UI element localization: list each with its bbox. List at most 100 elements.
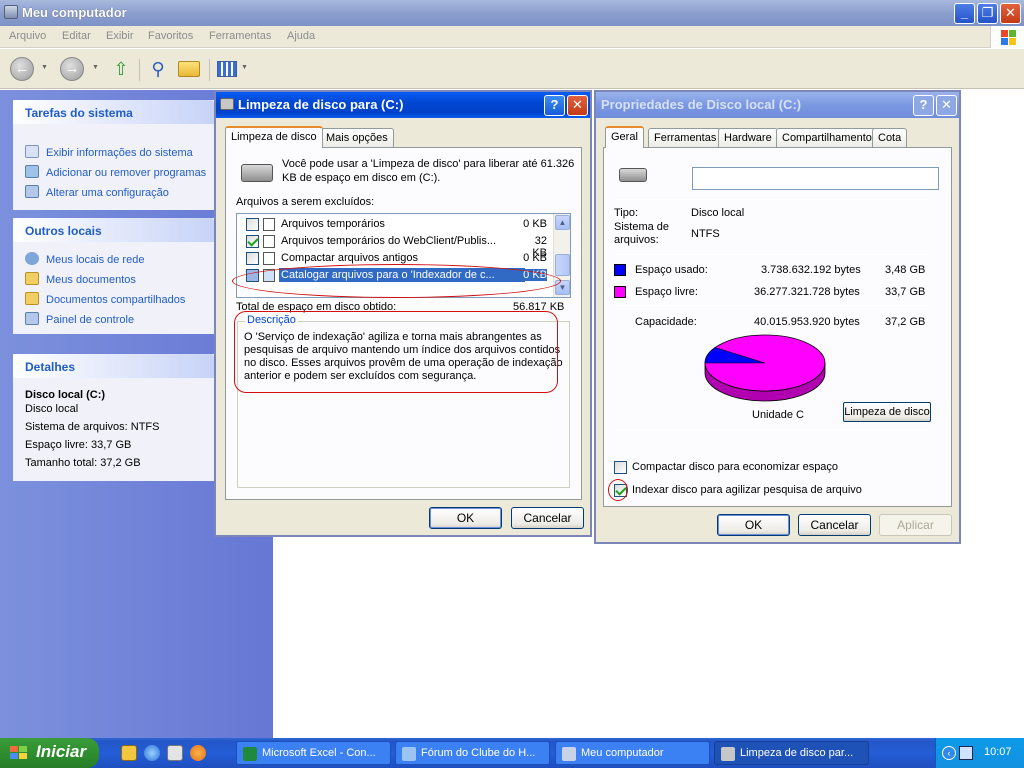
menu-editar[interactable]: Editar	[62, 30, 91, 42]
details-free: Espaço livre: 33,7 GB	[25, 439, 132, 451]
details-title[interactable]: Detalhes	[13, 354, 214, 378]
properties-title-bar[interactable]: Propriedades de Disco local (C:) ? ✕	[596, 92, 959, 118]
tab-ferramentas[interactable]: Ferramentas	[648, 128, 723, 148]
compress-drive-label[interactable]: Compactar disco para economizar espaço	[632, 461, 838, 473]
up-folder-icon[interactable]: ⇧	[109, 57, 133, 81]
back-icon[interactable]: ←	[10, 57, 34, 81]
main-title-bar[interactable]: Meu computador _ ❐ ✕	[0, 0, 1024, 26]
views-dropdown-icon[interactable]: ▼	[241, 64, 248, 71]
system-tray: ‹ 10:07	[935, 738, 1024, 768]
temp-files-checkbox[interactable]	[246, 218, 259, 231]
task-disk-cleanup[interactable]: Limpeza de disco par...	[714, 741, 869, 765]
file-icon	[263, 235, 275, 248]
my-documents-link[interactable]: Meus documentos	[25, 272, 136, 286]
maximize-button[interactable]: ❐	[977, 3, 998, 24]
media-player-icon[interactable]	[190, 745, 206, 761]
help-button[interactable]: ?	[913, 95, 934, 116]
network-places-link[interactable]: Meus locais de rede	[25, 252, 144, 266]
start-label: Iniciar	[36, 742, 87, 761]
scroll-up-icon[interactable]: ▲	[555, 215, 570, 230]
tab-disk-cleanup[interactable]: Limpeza de disco	[225, 126, 323, 148]
disk-cleanup-button[interactable]: Limpeza de disco	[843, 402, 931, 422]
view-system-info-link[interactable]: Exibir informações do sistema	[25, 145, 193, 159]
hard-drive-icon	[619, 168, 647, 182]
clock[interactable]: 10:07	[984, 746, 1012, 758]
used-space-swatch	[614, 264, 626, 276]
tab-cota[interactable]: Cota	[872, 128, 908, 148]
list-item[interactable]: Arquivos temporários 0 KB	[237, 216, 547, 233]
annotation-ellipse	[232, 264, 561, 298]
change-setting-link[interactable]: Alterar uma configuração	[25, 185, 169, 199]
forward-icon[interactable]: →	[60, 57, 84, 81]
views-icon[interactable]	[217, 61, 237, 77]
tab-compartilhamento[interactable]: Compartilhamento	[776, 128, 878, 148]
forward-dropdown-icon[interactable]: ▼	[92, 64, 99, 71]
dialog-close-button[interactable]: ✕	[936, 95, 957, 116]
internet-explorer-icon[interactable]	[144, 745, 160, 761]
list-item[interactable]: Arquivos temporários do WebClient/Publis…	[237, 233, 547, 259]
properties-cancel-button[interactable]: Cancelar	[798, 514, 871, 536]
scroll-thumb[interactable]	[555, 254, 570, 276]
menu-favoritos[interactable]: Favoritos	[148, 30, 193, 42]
disk-cleanup-title-bar[interactable]: Limpeza de disco para (C:) ? ✕	[216, 92, 590, 118]
dialog-close-button[interactable]: ✕	[567, 95, 588, 116]
task-forum[interactable]: Fórum do Clube do H...	[395, 741, 550, 765]
compress-old-files-checkbox[interactable]	[246, 252, 259, 265]
system-info-icon	[25, 145, 39, 158]
change-setting-label: Alterar uma configuração	[46, 187, 169, 199]
back-dropdown-icon[interactable]: ▼	[41, 64, 48, 71]
capacity-bytes: 40.015.953.920 bytes	[754, 316, 860, 328]
capacity-label: Capacidade:	[635, 316, 697, 328]
disk-properties-dialog: Propriedades de Disco local (C:) ? ✕ Ger…	[594, 90, 961, 544]
tab-geral[interactable]: Geral	[605, 126, 644, 148]
close-button[interactable]: ✕	[1000, 3, 1021, 24]
menu-exibir[interactable]: Exibir	[106, 30, 134, 42]
shared-documents-link[interactable]: Documentos compartilhados	[25, 292, 185, 306]
volume-label-input[interactable]	[692, 167, 939, 190]
shared-documents-label: Documentos compartilhados	[46, 294, 186, 306]
toolbar-separator	[139, 59, 140, 81]
windows-logo-icon	[990, 26, 1024, 48]
drive-label: Unidade C	[752, 409, 804, 421]
properties-ok-button[interactable]: OK	[717, 514, 790, 536]
tray-expand-icon[interactable]: ‹	[942, 746, 956, 760]
compress-drive-checkbox[interactable]	[614, 461, 627, 474]
help-button[interactable]: ?	[544, 95, 565, 116]
control-panel-link[interactable]: Painel de controle	[25, 312, 134, 326]
cleanup-tab-panel: Você pode usar a 'Limpeza de disco' para…	[225, 147, 582, 500]
file-icon	[263, 252, 275, 265]
other-places-title[interactable]: Outros locais	[13, 218, 214, 242]
tab-more-options[interactable]: Mais opções	[320, 128, 394, 148]
outlook-express-icon[interactable]	[167, 745, 183, 761]
task-excel[interactable]: Microsoft Excel - Con...	[236, 741, 391, 765]
free-space-bytes: 36.277.321.728 bytes	[754, 286, 860, 298]
details-filesystem: Sistema de arquivos: NTFS	[25, 421, 160, 433]
free-space-swatch	[614, 286, 626, 298]
system-tasks-title[interactable]: Tarefas do sistema	[13, 100, 214, 124]
separator	[614, 199, 930, 200]
network-places-label: Meus locais de rede	[46, 254, 145, 266]
index-drive-label[interactable]: Indexar disco para agilizar pesquisa de …	[632, 484, 862, 496]
properties-apply-button[interactable]: Aplicar	[879, 514, 952, 536]
folders-icon[interactable]	[178, 61, 200, 77]
webclient-files-checkbox[interactable]	[246, 235, 259, 248]
show-desktop-icon[interactable]	[121, 745, 137, 761]
minimize-button[interactable]: _	[954, 3, 975, 24]
cleanup-cancel-button[interactable]: Cancelar	[511, 507, 584, 529]
annotation-circle	[608, 479, 628, 501]
menu-ferramentas[interactable]: Ferramentas	[209, 30, 271, 42]
add-remove-programs-link[interactable]: Adicionar ou remover programas	[25, 165, 206, 179]
cleanup-ok-button[interactable]: OK	[429, 507, 502, 529]
menu-ajuda[interactable]: Ajuda	[287, 30, 315, 42]
network-tray-icon[interactable]	[959, 746, 973, 760]
other-places-panel: Outros locais Meus locais de rede Meus d…	[13, 218, 214, 334]
task-my-computer[interactable]: Meu computador	[555, 741, 710, 765]
cleanup-intro-line1: Você pode usar a 'Limpeza de disco' para…	[282, 158, 575, 170]
menu-arquivo[interactable]: Arquivo	[9, 30, 46, 42]
search-icon[interactable]: ⚲	[146, 57, 170, 81]
taskbar: Iniciar Microsoft Excel - Con... Fórum d…	[0, 738, 1024, 768]
file-size: 0 KB	[523, 218, 547, 230]
tab-hardware[interactable]: Hardware	[718, 128, 778, 148]
start-button[interactable]: Iniciar	[0, 738, 99, 768]
excel-icon	[243, 747, 257, 761]
